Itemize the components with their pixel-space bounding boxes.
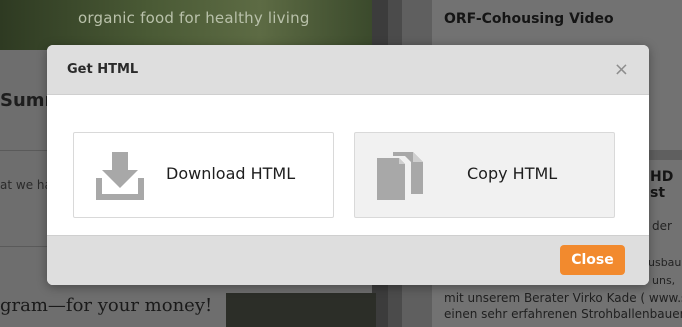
dialog-header: Get HTML × [47, 45, 649, 95]
right-snippet: uns, [652, 274, 676, 287]
thumbnail-image [226, 293, 376, 327]
right-snippet: usbau [648, 256, 682, 269]
left-snippet: at we ha [0, 178, 52, 192]
left-program-text: gram—for your money! [0, 295, 213, 316]
right-snippet: der [652, 219, 672, 233]
close-button[interactable]: Close [560, 245, 625, 275]
copy-html-option[interactable]: Copy HTML [354, 132, 615, 218]
right-body-text: einen sehr erfahrenen Strohballenbauer [444, 307, 682, 321]
dialog-footer: Close [47, 235, 649, 285]
download-html-option[interactable]: Download HTML [73, 132, 334, 218]
copy-html-label: Copy HTML [467, 164, 558, 183]
dialog-body: Download HTML Copy HTML [47, 95, 649, 235]
download-icon [94, 150, 146, 206]
right-card-title-2: HD st [650, 169, 674, 201]
dialog-title: Get HTML [67, 62, 139, 77]
right-card-title: ORF-Cohousing Video [444, 11, 614, 27]
get-html-dialog: Get HTML × Download HTML Copy HTML Close [47, 45, 649, 285]
site-tagline: organic food for healthy living [78, 9, 310, 27]
copy-icon [375, 150, 425, 206]
download-html-label: Download HTML [166, 164, 296, 183]
close-icon[interactable]: × [614, 60, 629, 79]
right-body-text: mit unserem Berater Virko Kade ( www.s [444, 291, 682, 305]
